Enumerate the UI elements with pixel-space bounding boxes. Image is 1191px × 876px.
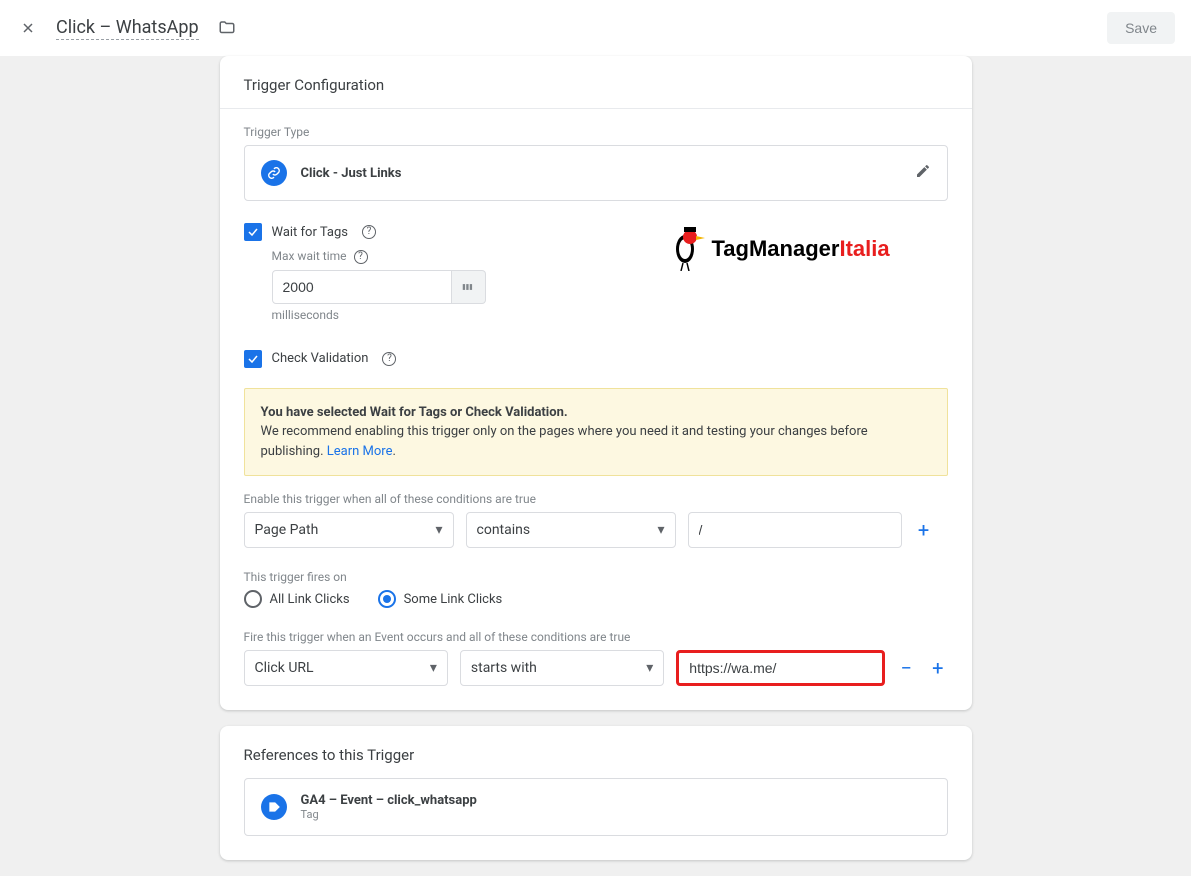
all-link-clicks-radio[interactable]: All Link Clicks xyxy=(244,590,350,608)
check-validation-label: Check Validation xyxy=(272,351,369,366)
variable-picker-button[interactable] xyxy=(452,270,486,304)
help-icon[interactable]: ? xyxy=(362,225,376,239)
reference-name: GA4 – Event – click_whatsapp xyxy=(301,793,477,808)
trigger-type-label: Trigger Type xyxy=(244,125,948,139)
check-validation-row: Check Validation ? xyxy=(244,350,948,368)
card-title: References to this Trigger xyxy=(220,726,972,778)
chevron-down-icon: ▾ xyxy=(430,660,437,676)
learn-more-link[interactable]: Learn More xyxy=(327,444,393,459)
add-condition-button[interactable]: + xyxy=(914,518,934,542)
trigger-type-name: Click - Just Links xyxy=(301,166,402,181)
enable-condition-row: Page Path ▾ contains ▾ + xyxy=(244,512,948,548)
chevron-down-icon: ▾ xyxy=(657,522,664,538)
reference-sub: Tag xyxy=(301,808,477,821)
save-button[interactable]: Save xyxy=(1107,12,1175,44)
remove-condition-button[interactable]: − xyxy=(897,656,916,680)
references-card: References to this Trigger GA4 – Event –… xyxy=(220,726,972,860)
reference-row[interactable]: GA4 – Event – click_whatsapp Tag xyxy=(244,778,948,836)
folder-icon[interactable] xyxy=(215,16,239,40)
trigger-type-row[interactable]: Click - Just Links xyxy=(244,145,948,201)
validation-notice: You have selected Wait for Tags or Check… xyxy=(244,388,948,477)
check-validation-checkbox[interactable] xyxy=(244,350,262,368)
max-wait-input[interactable] xyxy=(272,270,452,304)
wait-for-tags-checkbox[interactable] xyxy=(244,223,262,241)
close-icon[interactable] xyxy=(16,16,40,40)
chevron-down-icon: ▾ xyxy=(435,522,442,538)
fire-variable-select[interactable]: Click URL ▾ xyxy=(244,650,448,686)
notice-bold: You have selected Wait for Tags or Check… xyxy=(261,405,568,420)
add-condition-button[interactable]: + xyxy=(928,656,947,680)
page-title[interactable]: Click – WhatsApp xyxy=(56,17,199,40)
chevron-down-icon: ▾ xyxy=(646,660,653,676)
card-title: Trigger Configuration xyxy=(220,56,972,109)
enable-variable-select[interactable]: Page Path ▾ xyxy=(244,512,454,548)
header-bar: Click – WhatsApp Save xyxy=(0,0,1191,56)
fire-condition-row: Click URL ▾ starts with ▾ − + xyxy=(244,650,948,686)
fire-value-input[interactable] xyxy=(676,650,884,686)
max-wait-unit: milliseconds xyxy=(272,308,948,322)
link-icon xyxy=(261,160,287,186)
help-icon[interactable]: ? xyxy=(382,352,396,366)
wait-for-tags-label: Wait for Tags xyxy=(272,225,348,240)
enable-operator-select[interactable]: contains ▾ xyxy=(466,512,676,548)
tag-icon xyxy=(261,794,287,820)
watermark-logo: TagManagerItalia xyxy=(670,227,890,271)
enable-condition-label: Enable this trigger when all of these co… xyxy=(244,492,948,506)
fire-condition-label: Fire this trigger when an Event occurs a… xyxy=(244,630,948,644)
fire-operator-select[interactable]: starts with ▾ xyxy=(460,650,664,686)
some-link-clicks-radio[interactable]: Some Link Clicks xyxy=(378,590,503,608)
trigger-config-card: Trigger Configuration xyxy=(220,56,972,710)
fires-on-radios: All Link Clicks Some Link Clicks xyxy=(244,590,948,608)
watermark-text: TagManagerItalia xyxy=(712,236,890,262)
help-icon[interactable]: ? xyxy=(354,250,368,264)
enable-value-input[interactable] xyxy=(688,512,902,548)
edit-icon[interactable] xyxy=(915,163,931,183)
fires-on-label: This trigger fires on xyxy=(244,570,948,584)
